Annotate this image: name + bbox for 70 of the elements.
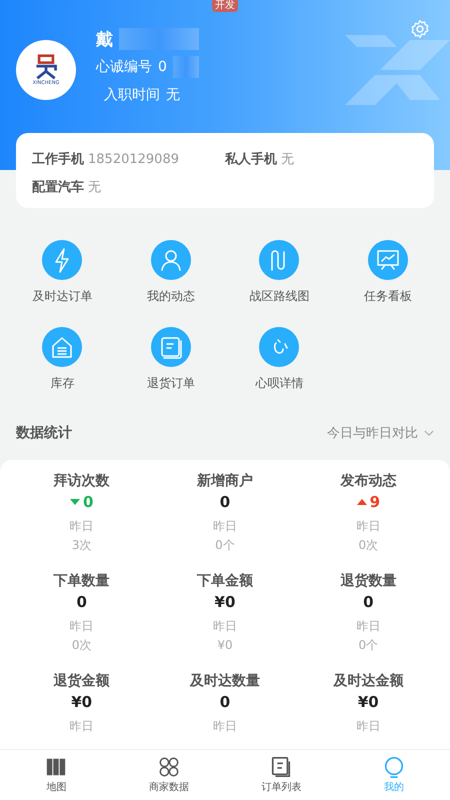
stat-value: 0 — [220, 693, 230, 711]
stat-value: 0 — [363, 593, 374, 611]
mosaic-blur — [172, 56, 199, 78]
contact-value: 无 — [88, 179, 101, 196]
presentation-board-icon[interactable] — [368, 240, 408, 280]
previous-value: 0个 — [358, 637, 378, 654]
document-icon — [270, 756, 292, 778]
previous-value: 0次 — [358, 537, 378, 554]
tab-bar-item[interactable]: 地图 — [0, 750, 112, 800]
join-label: 入职时间 — [104, 86, 160, 104]
previous-label: 昨日 — [70, 718, 94, 735]
previous-value: 0次 — [72, 637, 92, 654]
up-triangle-icon — [356, 499, 367, 505]
tab-bar-item[interactable]: 商家数据 — [112, 750, 225, 800]
shortcut-label[interactable]: 我的动态 — [146, 288, 195, 305]
env-badge: 开发 — [212, 0, 238, 12]
stat-value: 0 — [82, 493, 94, 511]
previous-label: 昨日 — [356, 718, 380, 735]
route-icon[interactable] — [259, 240, 300, 280]
shortcut-label[interactable]: 及时达订单 — [32, 288, 92, 305]
stat-label: 及时达金额 — [333, 672, 404, 690]
shortcut-label[interactable]: 退货订单 — [146, 375, 195, 392]
previous-value: ¥0 — [217, 637, 233, 654]
person-icon[interactable] — [150, 240, 191, 280]
stat-label: 退货数量 — [340, 572, 396, 590]
contact-label: 配置汽车 — [32, 178, 84, 196]
stat-label: 拜访次数 — [54, 472, 110, 490]
previous-label: 昨日 — [356, 518, 380, 535]
previous-label: 昨日 — [212, 618, 237, 635]
stat-value: ¥0 — [358, 693, 379, 711]
stat-value: 0 — [76, 593, 87, 611]
shortcut-label[interactable]: 任务看板 — [364, 288, 412, 305]
previous-label: 昨日 — [70, 618, 94, 635]
stat-value: ¥0 — [214, 593, 236, 611]
join-value: 无 — [166, 86, 180, 104]
chevron-down-icon — [424, 430, 434, 436]
stat-label: 新增商户 — [196, 472, 253, 490]
stat-value: ¥0 — [71, 693, 92, 711]
stat-label: 下单金额 — [196, 572, 253, 590]
previous-label: 昨日 — [212, 518, 237, 535]
down-triangle-icon — [70, 499, 80, 505]
shortcut-label[interactable]: 战区路线图 — [249, 288, 310, 305]
section-title: 数据统计 — [16, 424, 72, 442]
book-icon — [45, 756, 68, 778]
stat-label: 及时达数量 — [190, 672, 260, 690]
stat-value: 0 — [220, 493, 230, 511]
settings-icon[interactable] — [410, 19, 430, 39]
contact-value: 无 — [281, 151, 294, 168]
previous-value: 0个 — [215, 537, 235, 554]
four-circles-icon — [158, 756, 180, 778]
lightning-icon[interactable] — [42, 240, 82, 280]
contact-label: 私人手机 — [225, 150, 277, 168]
house-icon[interactable] — [42, 327, 82, 367]
previous-value: 3次 — [72, 537, 92, 554]
shortcut-label[interactable]: 心呗详情 — [255, 375, 304, 392]
code-label: 心诚编号 — [96, 58, 152, 76]
stat-label: 退货金额 — [54, 672, 110, 690]
contact-label: 工作手机 — [32, 150, 84, 168]
previous-label: 昨日 — [356, 618, 380, 635]
code-value: 0 — [158, 59, 167, 75]
stat-label: 发布动态 — [340, 472, 396, 490]
contact-value: 18520129089 — [88, 152, 179, 167]
user-name: 戴 — [96, 28, 113, 50]
stat-label: 下单数量 — [54, 572, 110, 590]
document-icon[interactable] — [150, 327, 191, 367]
shortcut-label[interactable]: 库存 — [50, 375, 74, 392]
previous-label: 昨日 — [212, 718, 237, 735]
previous-label: 昨日 — [70, 518, 94, 535]
tab-bar-item[interactable]: 订单列表 — [225, 750, 338, 800]
stat-value: 9 — [370, 493, 380, 511]
